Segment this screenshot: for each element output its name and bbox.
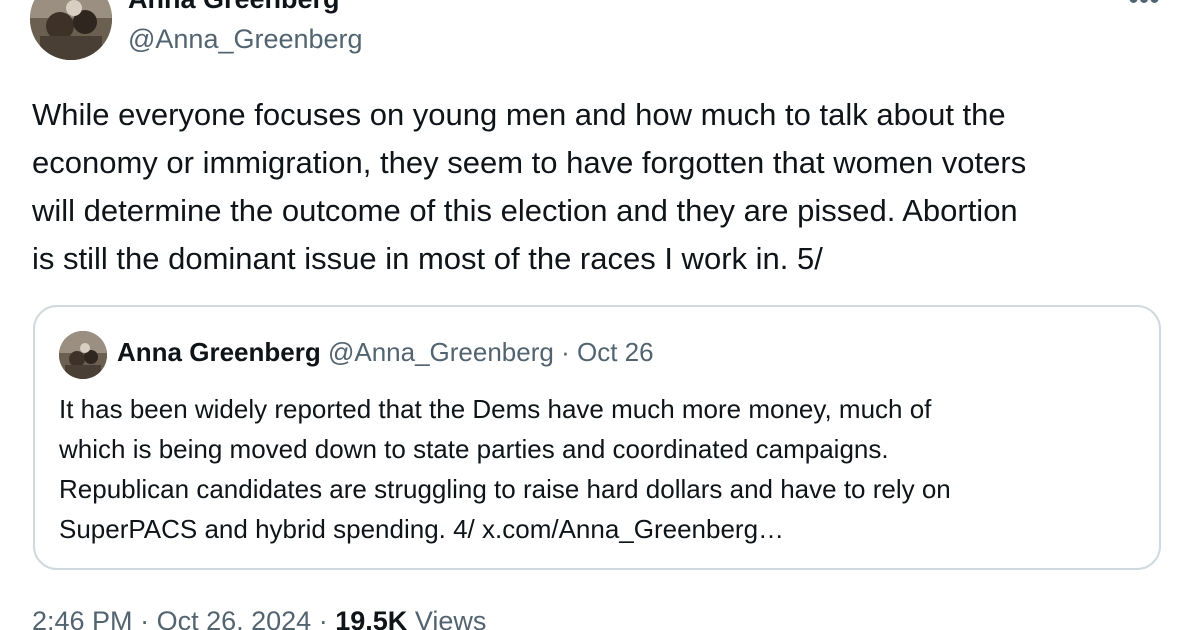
tweet-text-line: will determine the outcome of this elect… — [32, 193, 1018, 228]
more-horizontal-icon: ••• — [1128, 0, 1160, 16]
more-options-button[interactable]: ••• — [1124, 0, 1164, 16]
tweet-detail: Anna Greenberg @Anna_Greenberg ••• While… — [0, 0, 1182, 630]
avatar-photo-icon — [59, 331, 107, 379]
quoted-text-line: It has been widely reported that the Dem… — [59, 394, 932, 424]
quoted-author-avatar — [59, 331, 107, 379]
views-count: 19.5K — [335, 606, 408, 630]
views-label: Views — [414, 606, 487, 630]
quoted-text-line: Republican candidates are struggling to … — [59, 474, 951, 504]
author-display-name[interactable]: Anna Greenberg — [128, 0, 340, 15]
quoted-text-line: SuperPACS and hybrid spending. 4/ x.com/… — [59, 514, 785, 544]
tweet-text: While everyone focuses on young men and … — [32, 91, 1172, 283]
meta-separator: · — [140, 606, 150, 630]
tweet-date[interactable]: Oct 26, 2024 — [157, 606, 312, 630]
quoted-author-handle: @Anna_Greenberg — [327, 337, 554, 367]
meta-separator: · — [318, 606, 328, 630]
tweet-timestamp-views: 2:46 PM · Oct 26, 2024 · 19.5K Views — [32, 606, 486, 630]
quoted-tweet-header: Anna Greenberg @Anna_Greenberg · Oct 26 — [117, 337, 654, 368]
author-handle[interactable]: @Anna_Greenberg — [128, 24, 363, 55]
quoted-tweet-text: It has been widely reported that the Dem… — [59, 389, 1139, 549]
tweet-text-line: economy or immigration, they seem to hav… — [32, 145, 1027, 180]
tweet-time[interactable]: 2:46 PM — [32, 606, 133, 630]
avatar-photo-icon — [30, 0, 112, 60]
quoted-author-name: Anna Greenberg — [117, 337, 321, 367]
author-avatar[interactable] — [30, 0, 112, 60]
tweet-text-line: While everyone focuses on young men and … — [32, 97, 1006, 132]
meta-separator: · — [561, 337, 570, 367]
tweet-text-line: is still the dominant issue in most of t… — [32, 241, 823, 276]
quoted-text-line: which is being moved down to state parti… — [59, 434, 889, 464]
quoted-tweet-date: Oct 26 — [576, 337, 654, 367]
quoted-tweet-card[interactable]: Anna Greenberg @Anna_Greenberg · Oct 26 … — [33, 305, 1161, 570]
